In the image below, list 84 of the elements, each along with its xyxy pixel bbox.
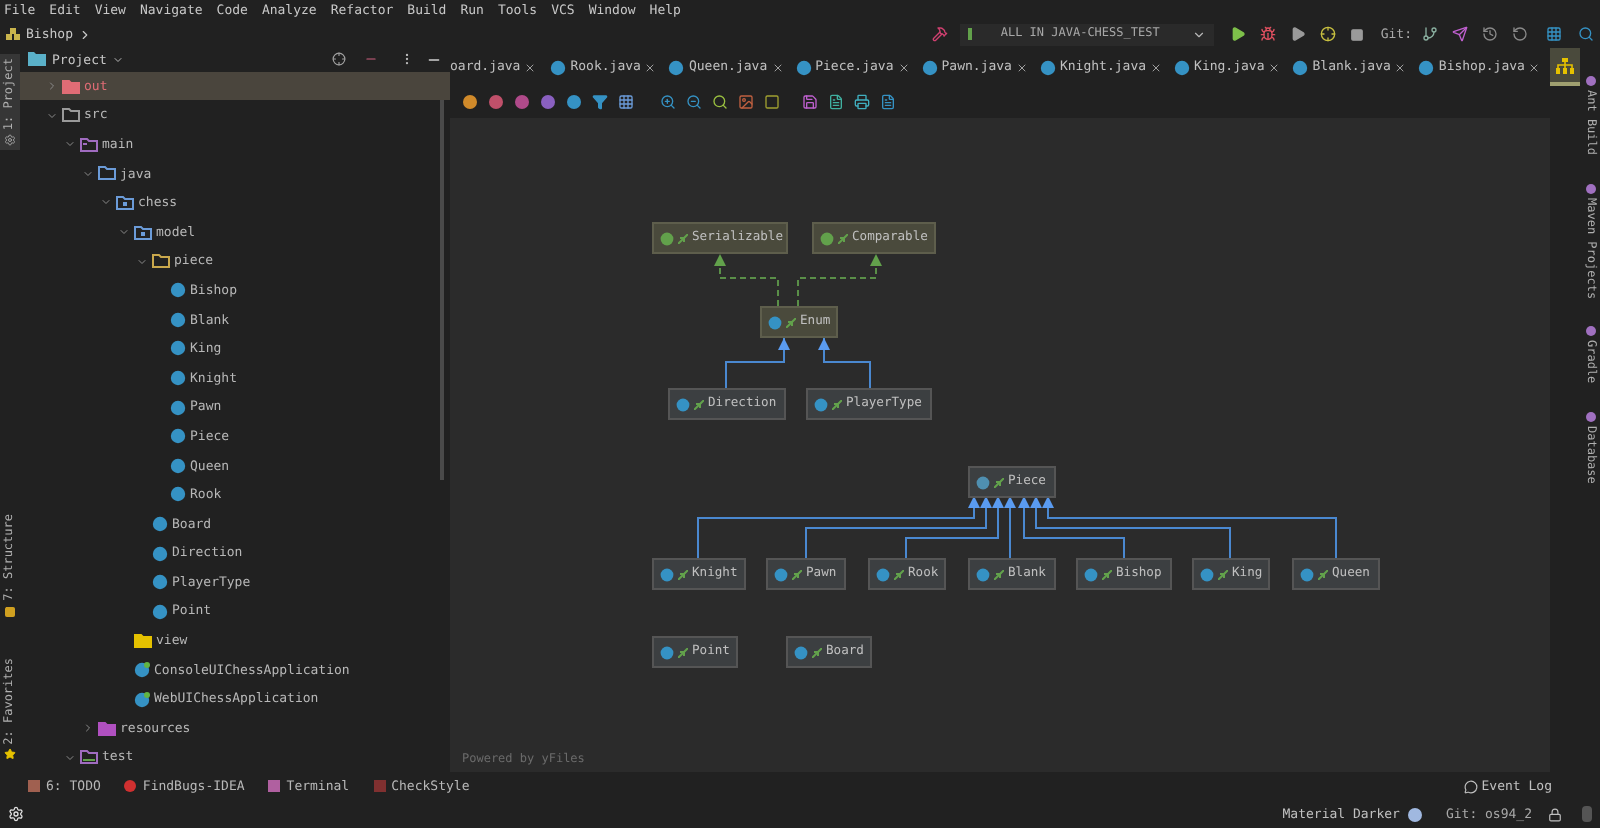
inheritance-arrow xyxy=(725,337,790,389)
zoom-out-icon[interactable] xyxy=(686,94,702,110)
folder-icon xyxy=(134,225,152,240)
send-icon[interactable] xyxy=(1452,26,1468,42)
folder-icon xyxy=(116,195,134,210)
class-icon xyxy=(1039,59,1056,75)
close-icon[interactable] xyxy=(1528,61,1541,73)
history-icon[interactable] xyxy=(1482,26,1498,42)
scrollbar[interactable] xyxy=(440,100,444,480)
class-icon xyxy=(660,645,674,659)
zoom-in-icon[interactable] xyxy=(660,94,676,110)
close-icon[interactable] xyxy=(524,61,537,73)
circle-icon[interactable] xyxy=(462,94,478,110)
star-icon xyxy=(4,748,16,760)
rollback-icon[interactable] xyxy=(1512,26,1528,42)
class-icon xyxy=(1084,567,1098,581)
class-icon xyxy=(1292,59,1309,75)
search-icon[interactable] xyxy=(712,94,728,110)
class-icon xyxy=(876,567,890,581)
search-icon[interactable] xyxy=(1578,26,1594,42)
close-icon[interactable] xyxy=(897,61,910,73)
debug-icon[interactable] xyxy=(1260,26,1277,42)
circle-icon[interactable] xyxy=(566,94,582,110)
class-icon xyxy=(660,231,674,245)
class-icon xyxy=(550,59,567,75)
class-icon xyxy=(1200,567,1214,581)
grid-icon[interactable] xyxy=(1546,26,1562,42)
class-icon xyxy=(976,475,990,489)
caret-icon xyxy=(112,53,125,66)
class-icon xyxy=(1300,567,1314,581)
run-icon[interactable] xyxy=(1230,26,1247,42)
folder-icon xyxy=(80,750,98,765)
diagram-tab[interactable] xyxy=(1550,48,1580,86)
class-icon xyxy=(814,397,828,411)
chat-icon xyxy=(1463,779,1478,793)
stop-icon[interactable] xyxy=(1350,27,1365,41)
folder-icon xyxy=(98,166,116,181)
class-icon xyxy=(820,231,834,245)
class-icon xyxy=(976,567,990,581)
close-icon[interactable] xyxy=(1015,61,1028,73)
class-icon xyxy=(676,397,690,411)
class-icon xyxy=(768,315,782,329)
realization-arrow xyxy=(797,253,882,307)
realization-arrow xyxy=(714,253,779,307)
file-icon[interactable] xyxy=(828,94,844,110)
save-icon[interactable] xyxy=(802,94,818,110)
folder-icon xyxy=(98,721,116,736)
printer-icon[interactable] xyxy=(854,94,870,110)
close-icon[interactable] xyxy=(1394,61,1407,73)
branch-icon[interactable] xyxy=(1422,26,1438,42)
class-icon xyxy=(1174,59,1191,75)
class-icon xyxy=(795,59,812,75)
class-run-icon xyxy=(134,691,150,708)
class-icon xyxy=(1418,59,1435,75)
image-icon[interactable] xyxy=(738,94,754,110)
diagram-icon xyxy=(1556,57,1574,73)
class-icon xyxy=(660,567,674,581)
hammer-icon[interactable] xyxy=(932,26,949,42)
close-icon[interactable] xyxy=(644,61,657,73)
folder-icon xyxy=(80,137,98,152)
class-icon xyxy=(794,645,808,659)
class-icon xyxy=(921,59,938,75)
crosshair-icon[interactable] xyxy=(332,52,346,67)
circle-icon[interactable] xyxy=(540,94,556,110)
funnel-icon[interactable] xyxy=(592,94,608,110)
class-run-icon xyxy=(134,661,150,678)
chevron-icon xyxy=(78,27,93,41)
caret-icon xyxy=(1192,27,1207,41)
inheritance-arrow xyxy=(818,337,871,389)
class-icon xyxy=(774,567,788,581)
folder-icon xyxy=(152,254,170,269)
gear-icon xyxy=(4,134,16,147)
close-icon[interactable] xyxy=(1150,61,1163,73)
circle-icon[interactable] xyxy=(514,94,530,110)
module-icon xyxy=(6,27,20,41)
close-icon[interactable] xyxy=(1268,61,1281,73)
document-icon[interactable] xyxy=(880,94,896,110)
lock-icon[interactable] xyxy=(1548,807,1562,821)
folder-icon xyxy=(134,633,152,648)
circle-icon[interactable] xyxy=(488,94,504,110)
close-icon[interactable] xyxy=(771,61,784,73)
class-icon xyxy=(668,59,685,75)
gear-icon[interactable] xyxy=(8,806,24,822)
play-icon[interactable] xyxy=(1290,26,1307,42)
